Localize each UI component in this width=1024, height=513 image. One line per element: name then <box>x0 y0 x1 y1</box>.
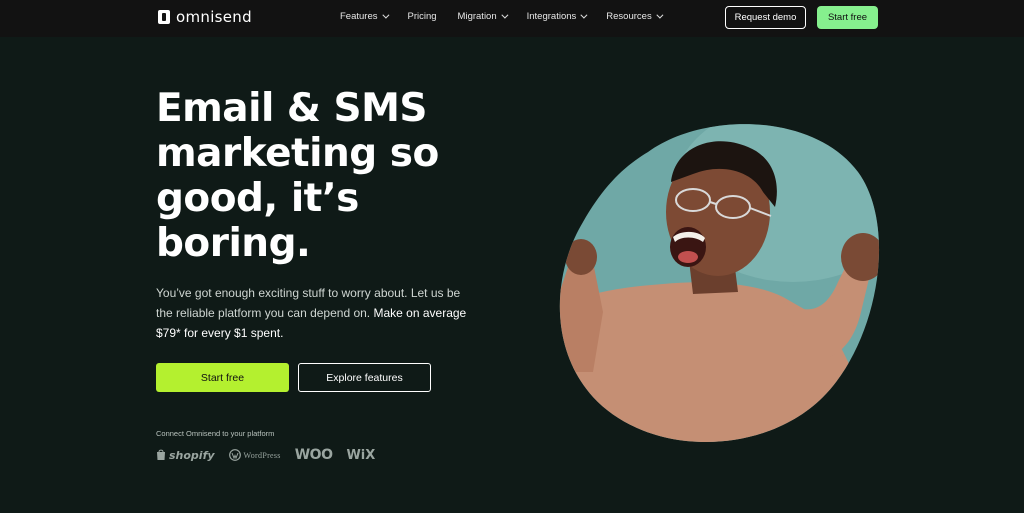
chevron-down-icon <box>381 11 389 19</box>
headline-line: marketing so <box>156 131 439 176</box>
explore-features-button[interactable]: Explore features <box>298 363 431 392</box>
wordpress-text: WordPress <box>243 450 281 460</box>
request-demo-button[interactable]: Request demo <box>725 6 806 29</box>
nav-features[interactable]: Features <box>340 11 389 22</box>
nav-links: Features Pricing Migration Integrations … <box>340 11 664 22</box>
hero-start-free-button[interactable]: Start free <box>156 363 289 392</box>
wordpress-logo[interactable]: WordPress <box>228 449 281 461</box>
woo-text: WOO <box>294 447 333 463</box>
omnisend-logo[interactable]: omnisend <box>158 8 252 26</box>
omnisend-logo-icon <box>158 10 170 24</box>
nav-features-label: Features <box>340 11 378 22</box>
chevron-down-icon <box>501 11 509 19</box>
nav-start-free-button[interactable]: Start free <box>817 6 878 29</box>
nav-integrations[interactable]: Integrations <box>526 11 588 22</box>
headline-line: boring. <box>156 221 311 266</box>
nav-pricing-label: Pricing <box>407 11 437 22</box>
wix-logo[interactable]: WiX <box>346 448 375 463</box>
woo-logo[interactable]: WOO <box>295 447 333 463</box>
wordpress-icon <box>228 449 241 461</box>
hero-headline: Email & SMS marketing so good, it’s bori… <box>156 86 486 266</box>
nav-migration[interactable]: Migration <box>457 11 509 22</box>
top-nav: omnisend Features Pricing Migration Inte… <box>0 0 1024 37</box>
headline-line: Email & SMS <box>156 86 428 131</box>
headline-line: good, it’s <box>156 176 359 221</box>
chevron-down-icon <box>656 11 664 19</box>
nav-migration-label: Migration <box>457 11 497 22</box>
chevron-down-icon <box>580 11 588 19</box>
cheering-man-photo <box>559 124 880 442</box>
hero-subtext: You’ve got enough exciting stuff to worr… <box>156 283 476 343</box>
wix-text: WiX <box>346 447 376 463</box>
nav-integrations-label: Integrations <box>526 11 577 22</box>
nav-resources-label: Resources <box>606 11 652 22</box>
shopify-text: shopify <box>169 448 215 462</box>
connect-platform-label: Connect Omnisend to your platform <box>156 429 275 438</box>
shopify-logo[interactable]: shopify <box>156 449 215 462</box>
platform-logos: shopify WordPress WOO WiX <box>156 447 375 463</box>
nav-resources[interactable]: Resources <box>606 11 664 22</box>
logo-text: omnisend <box>176 8 252 26</box>
shopify-bag-icon <box>157 449 165 460</box>
nav-pricing[interactable]: Pricing <box>408 11 437 22</box>
